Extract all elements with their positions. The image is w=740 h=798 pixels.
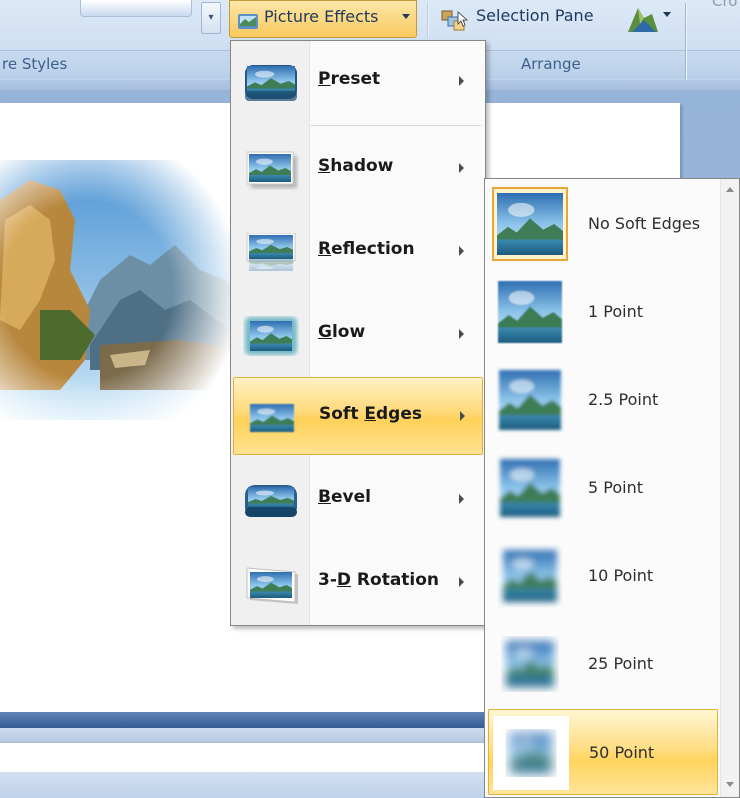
menu-item-soft-edges[interactable]: Soft Edges — [233, 377, 483, 455]
menu-item-shadow[interactable]: Shadow — [233, 130, 483, 208]
picture-effects-menu: Preset Shadow Reflection Glow Soft Edges… — [230, 40, 486, 626]
soft-edges-option-10pt[interactable]: 10 Point — [488, 533, 718, 619]
rotate-icon — [628, 8, 658, 32]
landscape-thumb-icon — [492, 627, 568, 701]
scroll-down-icon[interactable] — [726, 782, 734, 787]
soft-edges-thumb-selected — [492, 187, 568, 261]
document-photo[interactable] — [0, 160, 250, 420]
status-bar-area — [0, 772, 490, 798]
submenu-arrow-icon — [459, 246, 464, 256]
preset-icon — [245, 65, 297, 101]
submenu-arrow-icon — [459, 163, 464, 173]
notes-pane-splitter[interactable] — [0, 728, 490, 742]
selection-pane-button[interactable]: Selection Pane — [438, 0, 612, 38]
soft-edges-option-2-5pt[interactable]: 2.5 Point — [488, 357, 718, 443]
soft-edges-option-none[interactable]: No Soft Edges — [488, 181, 718, 267]
rotate-button[interactable] — [618, 0, 680, 38]
selection-pane-icon — [441, 10, 468, 31]
soft-edges-option-1pt[interactable]: 1 Point — [488, 269, 718, 355]
chevron-down-icon — [402, 14, 410, 19]
soft-edges-option-50pt[interactable]: 50 Point — [488, 709, 718, 795]
ribbon-separator — [427, 2, 429, 38]
ribbon-controls-row: ▾ Picture Effects Selection Pane Cro — [0, 0, 740, 42]
arrange-group-label: Arrange — [521, 55, 581, 73]
menu-item-glow[interactable]: Glow — [233, 296, 483, 374]
3d-rotation-icon — [246, 567, 298, 604]
gallery-more-button[interactable]: ▾ — [201, 2, 221, 34]
chevron-down-icon — [663, 12, 671, 17]
glow-icon — [245, 317, 297, 355]
submenu-arrow-icon — [459, 577, 464, 587]
menu-item-reflection[interactable]: Reflection — [233, 213, 483, 291]
landscape-thumb-icon — [492, 363, 568, 437]
landscape-thumb-icon — [493, 716, 569, 790]
menu-item-bevel[interactable]: Bevel — [233, 461, 483, 539]
menu-separator — [311, 125, 481, 126]
crop-label: Cro — [712, 0, 738, 10]
picture-style-gallery-thumbnail[interactable] — [80, 0, 192, 17]
scroll-up-icon[interactable] — [726, 187, 734, 192]
submenu-arrow-icon — [459, 329, 464, 339]
landscape-thumb-icon — [494, 189, 566, 259]
menu-item-preset[interactable]: Preset — [233, 43, 483, 121]
bevel-icon — [245, 485, 297, 517]
selection-pane-label: Selection Pane — [476, 6, 594, 25]
picture-effects-button[interactable]: Picture Effects — [229, 0, 417, 38]
reflection-icon — [246, 233, 296, 273]
landscape-thumb-icon — [492, 539, 568, 613]
menu-item-3d-rotation[interactable]: 3-D Rotation — [233, 544, 483, 622]
shadow-icon — [246, 151, 297, 188]
soft-edges-icon — [244, 398, 300, 438]
picture-effects-icon — [238, 14, 258, 29]
submenu-arrow-icon — [460, 411, 465, 421]
submenu-arrow-icon — [459, 494, 464, 504]
soft-edges-option-25pt[interactable]: 25 Point — [488, 621, 718, 707]
landscape-thumb-icon — [492, 451, 568, 525]
window-divider-bar — [0, 712, 490, 728]
picture-effects-label: Picture Effects — [264, 7, 379, 26]
soft-edges-submenu: No Soft Edges 1 Point 2.5 Point 5 Point — [484, 178, 740, 798]
landscape-thumb-icon — [492, 275, 568, 349]
submenu-scrollbar[interactable] — [720, 179, 739, 797]
picture-styles-group-label: re Styles — [2, 55, 68, 73]
ribbon-group-divider — [685, 3, 686, 81]
submenu-arrow-icon — [459, 76, 464, 86]
notes-pane[interactable] — [0, 742, 490, 773]
soft-edges-option-5pt[interactable]: 5 Point — [488, 445, 718, 531]
